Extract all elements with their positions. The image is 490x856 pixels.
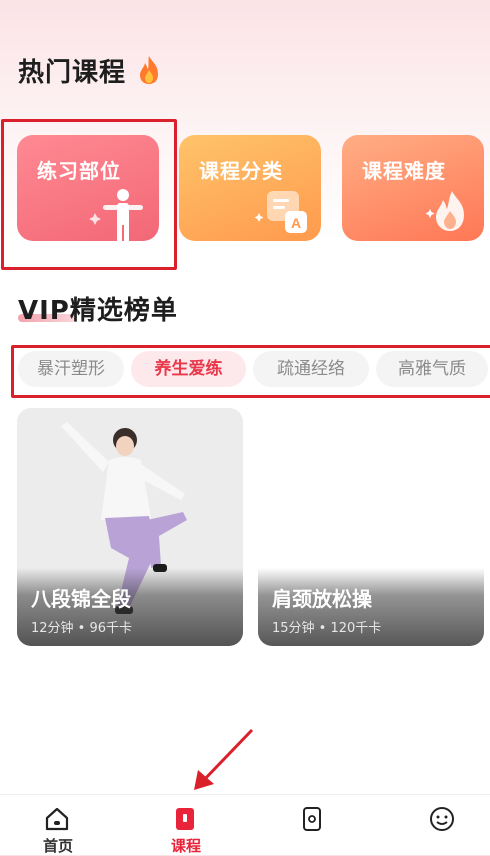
course-category-card[interactable]: 课程分类 A (179, 135, 321, 241)
flame-icon (425, 191, 464, 231)
nav-item-4[interactable] (398, 795, 488, 855)
annotation-arrow (194, 728, 254, 790)
home-icon (45, 807, 69, 831)
card-label: 课程难度 (362, 159, 446, 183)
card-label: 课程分类 (199, 159, 283, 183)
course-title: 肩颈放松操 (272, 587, 372, 611)
course-card[interactable]: 肩颈放松操 15分钟 • 120千卡 (258, 408, 484, 646)
course-book-icon (176, 808, 194, 830)
vip-title: VIP精选榜单 (18, 296, 178, 326)
highlight-box (1, 119, 177, 270)
phone-icon (303, 807, 321, 831)
course-card[interactable]: 八段锦全段 12分钟 • 96千卡 (17, 408, 243, 646)
hot-courses-title: 热门课程 (18, 58, 127, 88)
flame-icon (140, 56, 158, 84)
svg-text:A: A (291, 215, 301, 231)
nav-home[interactable]: 首页 (13, 795, 103, 855)
highlight-box (11, 345, 490, 398)
nav-item-3[interactable] (268, 795, 358, 855)
nav-courses[interactable]: 课程 (141, 795, 231, 855)
bottom-nav: 首页 课程 (0, 794, 490, 855)
nav-label: 课程 (170, 837, 201, 855)
vip-section-header: VIP精选榜单 (18, 290, 178, 327)
course-meta: 15分钟 • 120千卡 (272, 621, 382, 636)
course-difficulty-card[interactable]: 课程难度 (342, 135, 484, 241)
nav-label: 首页 (42, 837, 73, 855)
category-chat-icon: A (254, 191, 307, 233)
course-title: 八段锦全段 (31, 587, 131, 611)
smile-icon (430, 807, 454, 831)
course-meta: 12分钟 • 96千卡 (31, 621, 133, 636)
